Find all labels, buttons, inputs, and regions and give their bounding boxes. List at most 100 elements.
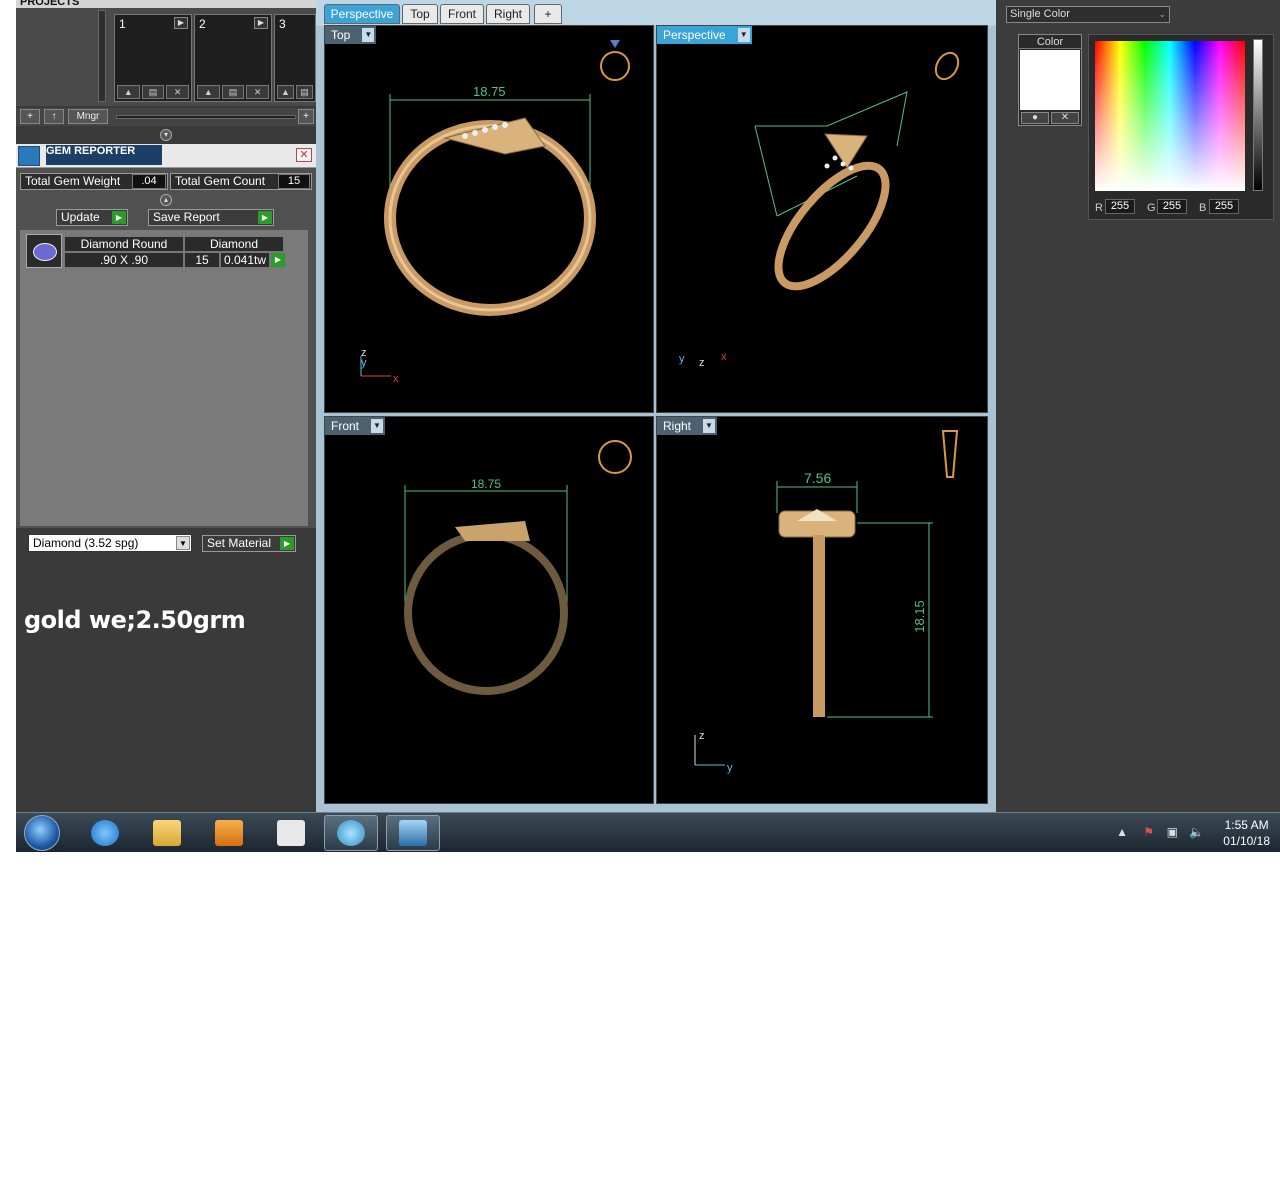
- color-wheel-icon[interactable]: ●: [1021, 112, 1049, 124]
- color-swatch[interactable]: [1020, 50, 1080, 110]
- save-report-button[interactable]: Save Report ▶: [148, 209, 274, 226]
- color-picker: R 255 G 255 B 255: [1088, 34, 1274, 220]
- chevron-up-icon[interactable]: ▲: [1116, 825, 1128, 839]
- diamond-round-icon: [26, 234, 62, 268]
- right-top-dimension: 7.56: [804, 470, 832, 486]
- axis-y-label: y: [361, 357, 367, 369]
- axis-y-label: y: [727, 762, 733, 774]
- close-icon[interactable]: ✕: [246, 85, 270, 99]
- volume-icon[interactable]: 🔈: [1189, 825, 1204, 839]
- set-material-button[interactable]: Set Material ▶: [202, 535, 296, 552]
- file-explorer-icon[interactable]: [140, 815, 194, 851]
- g-input[interactable]: 255: [1157, 199, 1187, 214]
- gem-size: .90 X .90: [64, 252, 184, 268]
- up-icon[interactable]: ▲: [197, 85, 220, 99]
- projects-area: 1 ▶ ▲ ▤ ✕ 2 ▶ ▲ ▤ ✕ 3 ▲ ▤: [16, 8, 316, 106]
- gem-reporter-title: GEM REPORTER: [46, 145, 162, 165]
- application-window: PROJECTS 1 ▶ ▲ ▤ ✕ 2 ▶ ▲ ▤ ✕ 3 ▲ ▤ + ↑ Mngr +: [16, 0, 1280, 812]
- axis-z-label: z: [699, 357, 705, 369]
- collapse-icon[interactable]: ▾: [160, 129, 172, 141]
- project-slot-1[interactable]: 1 ▶ ▲ ▤ ✕: [114, 14, 192, 102]
- projects-panel-title: PROJECTS: [16, 0, 316, 8]
- update-button[interactable]: Update ▶: [56, 209, 128, 226]
- gem-reporter-header: GEM REPORTER ✕: [16, 144, 316, 168]
- viewport-front[interactable]: Front ▼ 18.75: [324, 416, 654, 804]
- play-icon[interactable]: ▶: [270, 252, 286, 268]
- total-gem-weight-value: .04: [132, 174, 166, 189]
- front-dimension: 18.75: [471, 477, 502, 491]
- up-icon[interactable]: ▲: [117, 85, 140, 99]
- system-clock[interactable]: 1:55 AM 01/10/18: [1223, 817, 1270, 849]
- color-panel: Single Color ⌄ Color ● ✕ R 255 G 255 B 2…: [996, 0, 1280, 812]
- viewport-perspective[interactable]: y z x Perspective ▼: [656, 25, 988, 413]
- projects-scrollbar[interactable]: [98, 10, 106, 102]
- windows-start-icon[interactable]: [24, 815, 60, 851]
- axis-z-label: z: [699, 730, 705, 742]
- save-icon[interactable]: ▤: [141, 85, 165, 99]
- play-icon[interactable]: ▶: [174, 17, 188, 29]
- close-icon[interactable]: ✕: [1051, 112, 1079, 124]
- chevron-down-icon: ▼: [176, 536, 190, 550]
- viewport-right[interactable]: z y Right ▼ 7.56 18.15: [656, 416, 988, 804]
- gem-list: Diamond Round Diamond .90 X .90 15 0.041…: [20, 230, 308, 526]
- chevron-down-icon: ▼: [737, 28, 750, 42]
- internet-explorer-icon[interactable]: [78, 815, 132, 851]
- r-label: R: [1095, 202, 1103, 214]
- project-slot-2[interactable]: 2 ▶ ▲ ▤ ✕: [194, 14, 272, 102]
- play-icon: ▶: [112, 211, 126, 224]
- chevron-down-icon: ⌄: [1158, 9, 1166, 19]
- up-icon[interactable]: ▲: [277, 85, 294, 99]
- gold-weight-note: gold we;2.50grm: [24, 606, 246, 634]
- close-icon[interactable]: ✕: [296, 148, 312, 162]
- save-icon[interactable]: ▤: [296, 85, 313, 99]
- add-tab-button[interactable]: +: [534, 4, 562, 24]
- flag-icon[interactable]: ⚑: [1143, 825, 1154, 839]
- r-input[interactable]: 255: [1105, 199, 1135, 214]
- right-add-button[interactable]: +: [298, 109, 314, 124]
- media-player-icon[interactable]: [202, 815, 256, 851]
- g-label: G: [1147, 202, 1156, 214]
- color-spectrum[interactable]: [1095, 41, 1245, 191]
- viewport-perspective-label[interactable]: Perspective ▼: [657, 26, 752, 44]
- top-dimension: 18.75: [473, 84, 506, 99]
- tab-perspective[interactable]: Perspective: [324, 4, 400, 24]
- network-icon[interactable]: ▣: [1167, 825, 1178, 839]
- axis-x-label: x: [393, 373, 399, 385]
- gem-reporter-logo-icon: [18, 146, 40, 166]
- gem-weight: 0.041tw: [220, 252, 270, 268]
- projects-slider[interactable]: [116, 115, 296, 119]
- gem-count: 15: [184, 252, 220, 268]
- manager-button[interactable]: Mngr: [68, 109, 108, 124]
- play-icon: ▶: [258, 211, 272, 224]
- viewport-front-label[interactable]: Front ▼: [325, 417, 386, 435]
- viewport-tabs: Perspective Top Front Right +: [316, 0, 996, 26]
- luminance-slider[interactable]: [1253, 39, 1263, 191]
- rhino-icon[interactable]: [264, 815, 318, 851]
- color-swatch-label: Color: [1019, 35, 1081, 49]
- viewport-right-label[interactable]: Right ▼: [657, 417, 718, 435]
- up-button[interactable]: ↑: [44, 109, 64, 124]
- tab-front[interactable]: Front: [440, 4, 484, 24]
- play-icon[interactable]: ▶: [254, 17, 268, 29]
- close-icon[interactable]: ✕: [166, 85, 190, 99]
- update-label: Update: [61, 210, 100, 224]
- project-slot-3[interactable]: 3 ▲ ▤: [274, 14, 316, 102]
- add-project-button[interactable]: +: [20, 109, 40, 124]
- right-side-dimension: 18.15: [911, 600, 927, 633]
- chevron-down-icon: ▼: [371, 419, 384, 433]
- matrix-icon[interactable]: [324, 815, 378, 851]
- viewport-top-label[interactable]: Top ▼: [325, 26, 377, 44]
- axis-x-label: x: [721, 351, 727, 363]
- b-label: B: [1199, 202, 1207, 214]
- photo-viewer-icon[interactable]: [386, 815, 440, 851]
- projects-toolbar: + ↑ Mngr +: [16, 108, 316, 126]
- color-mode-select[interactable]: Single Color ⌄: [1006, 6, 1170, 23]
- viewport-top[interactable]: z y x Top ▼ 18.75: [324, 25, 654, 413]
- material-select[interactable]: Diamond (3.52 spg) ▼: [28, 534, 192, 552]
- save-icon[interactable]: ▤: [221, 85, 245, 99]
- tab-right[interactable]: Right: [486, 4, 530, 24]
- b-input[interactable]: 255: [1209, 199, 1239, 214]
- tab-top[interactable]: Top: [402, 4, 438, 24]
- collapse-icon[interactable]: ▴: [160, 194, 172, 206]
- project-slot-number: 3: [279, 17, 286, 31]
